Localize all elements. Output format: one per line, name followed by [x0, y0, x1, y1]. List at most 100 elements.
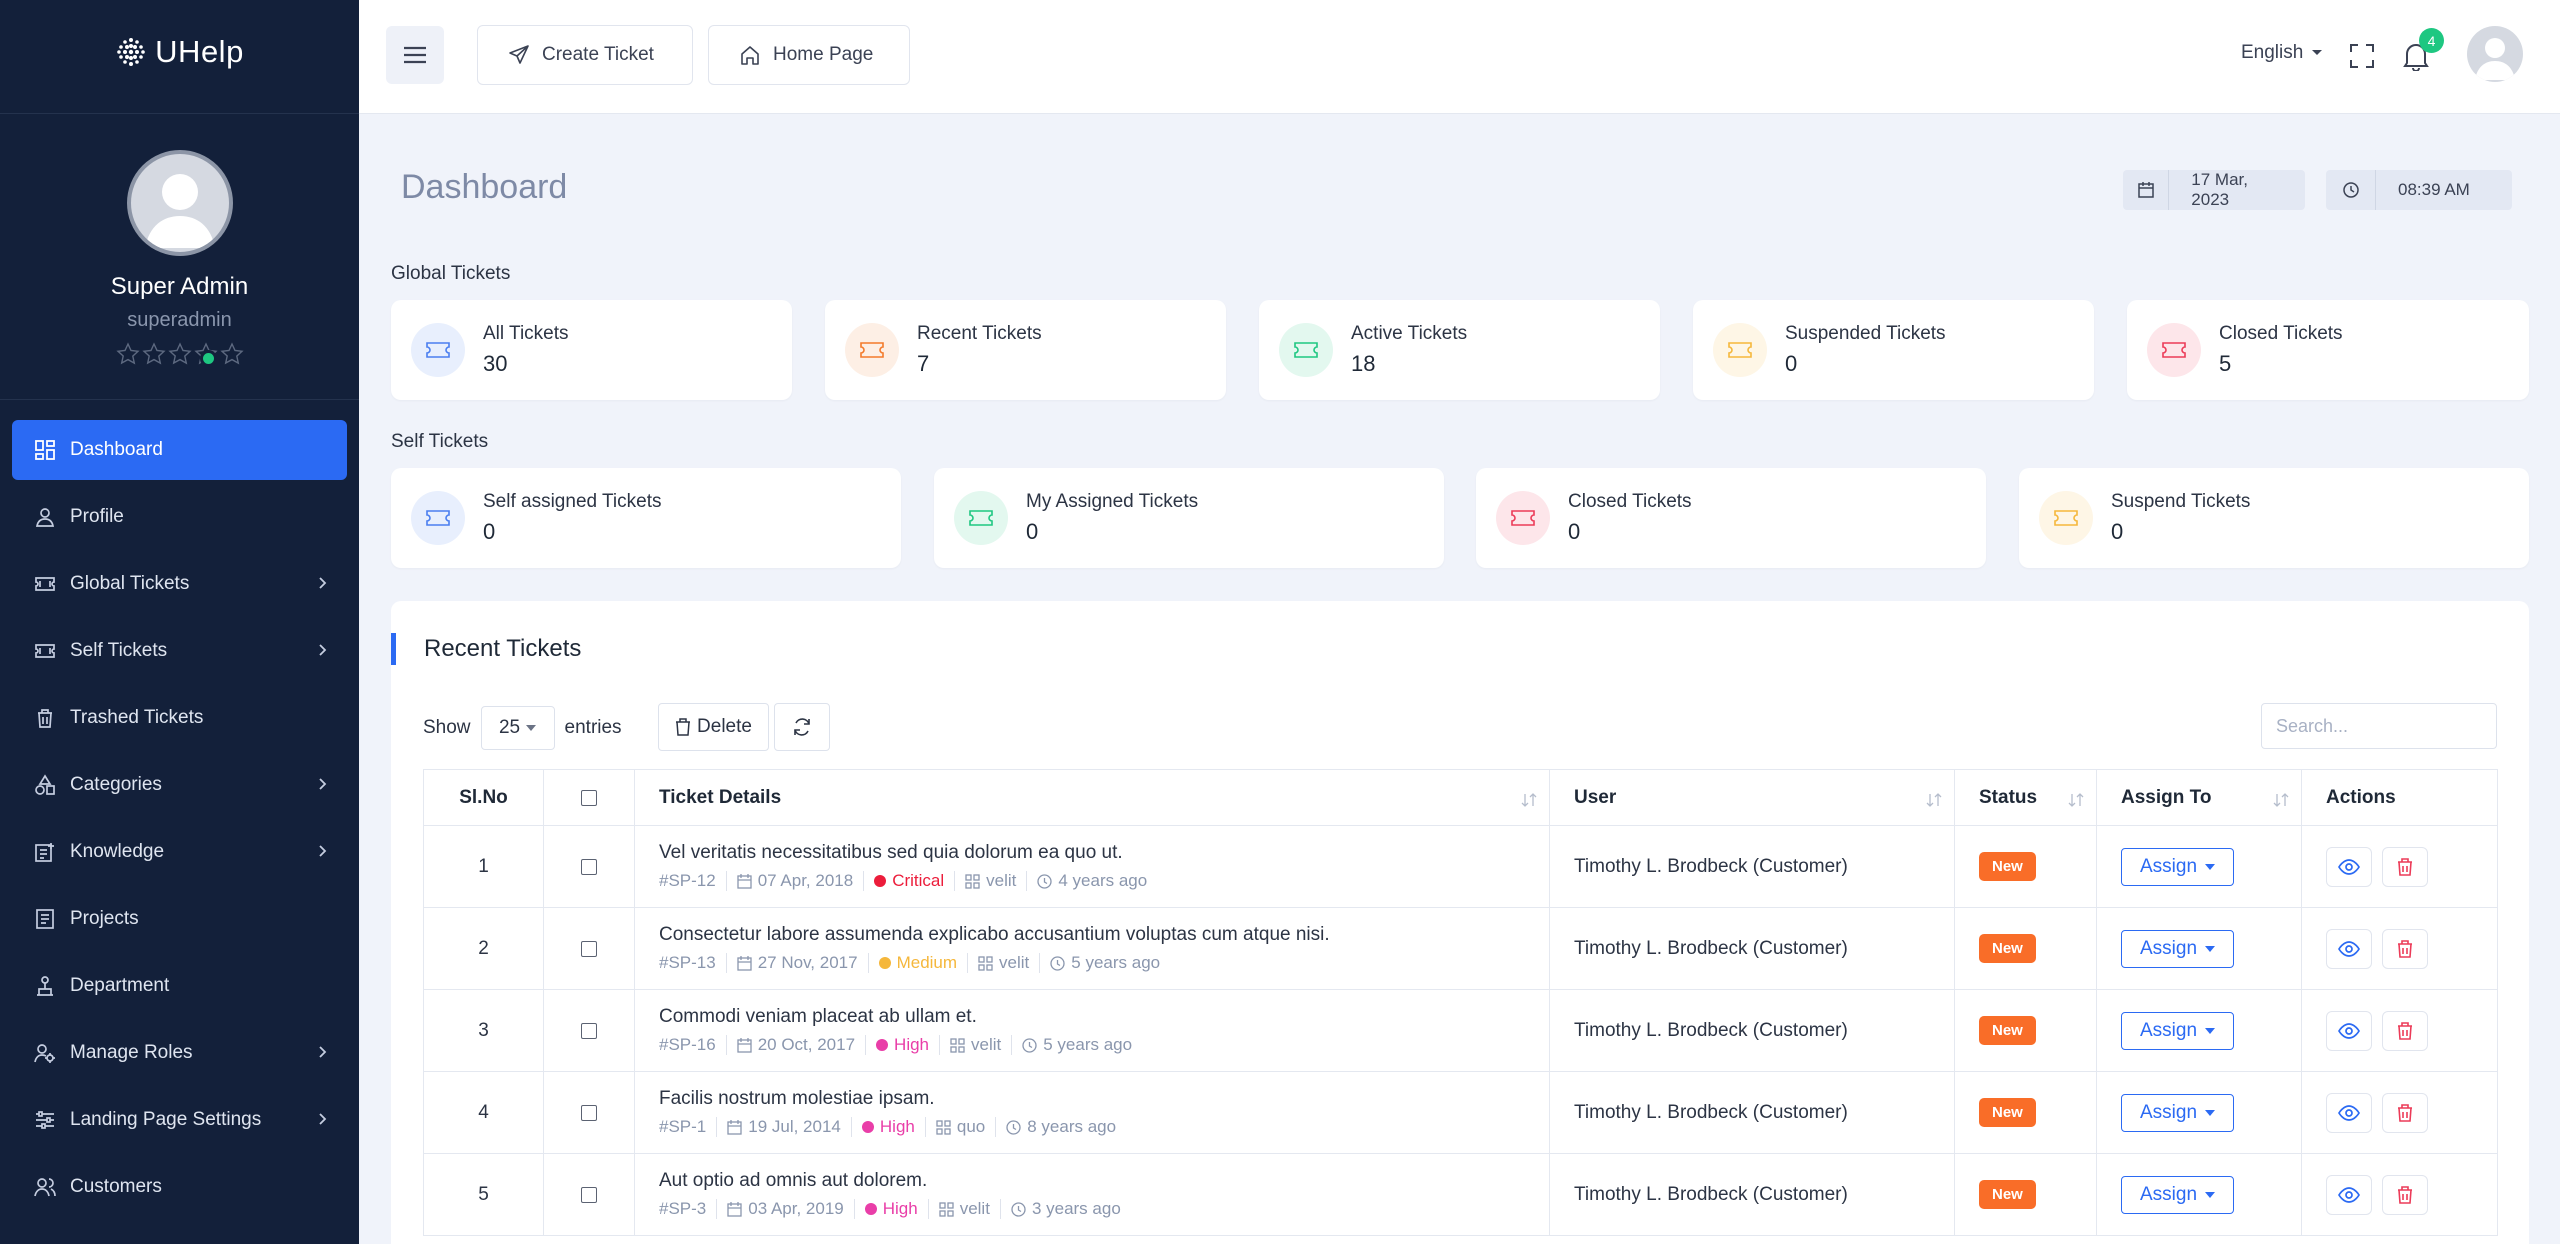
delete-row-button[interactable]	[2382, 1010, 2428, 1051]
sidebar-item-department[interactable]: Department	[12, 956, 347, 1016]
select-all-checkbox[interactable]	[581, 789, 597, 806]
assign-dropdown-button[interactable]: Assign	[2121, 1093, 2235, 1132]
calendar-icon	[727, 1201, 742, 1217]
card-self-assigned-tickets[interactable]: Self assigned Tickets 0	[391, 468, 901, 568]
ticket-user: Timothy L. Brodbeck (Customer)	[1549, 1071, 1955, 1154]
projects-icon	[36, 909, 54, 929]
avatar[interactable]	[126, 150, 233, 256]
ticket-details-cell: Consectetur labore assumenda explicabo a…	[634, 907, 1550, 990]
assign-dropdown-button[interactable]: Assign	[2121, 1011, 2235, 1050]
view-button[interactable]	[2326, 928, 2372, 969]
ticket-id: #SP-12	[659, 871, 716, 890]
search-input[interactable]	[2261, 703, 2497, 749]
sidebar-item-knowledge[interactable]: Knowledge	[12, 822, 347, 882]
recent-tickets-panel: Recent Tickets Show 25 entries Delete Sl…	[391, 601, 2529, 1244]
ticket-user: Timothy L. Brodbeck (Customer)	[1549, 989, 1955, 1072]
sidebar-item-label: Self Tickets	[70, 640, 168, 661]
ticket-icon	[2147, 323, 2201, 377]
sidebar-item-label: Knowledge	[70, 841, 165, 862]
language-select[interactable]: English	[2241, 42, 2323, 64]
card-self-closed-tickets[interactable]: Closed Tickets 0	[1476, 468, 1986, 568]
sidebar-item-trashed-tickets[interactable]: Trashed Tickets	[12, 688, 347, 748]
column-label: User	[1574, 786, 1617, 808]
profile-avatar[interactable]	[2467, 26, 2523, 82]
card-my-assigned-tickets[interactable]: My Assigned Tickets 0	[934, 468, 1444, 568]
view-button[interactable]	[2326, 1010, 2372, 1051]
sidebar-item-profile[interactable]: Profile	[12, 487, 347, 547]
row-checkbox[interactable]	[581, 1022, 597, 1039]
ticket-title-link[interactable]: Vel veritatis necessitatibus sed quia do…	[659, 842, 1525, 864]
sidebar-item-manage-roles[interactable]: Manage Roles	[12, 1023, 347, 1083]
assign-dropdown-button[interactable]: Assign	[2121, 929, 2235, 968]
clock-icon	[1037, 873, 1053, 889]
status-cell: New	[1954, 1071, 2097, 1154]
ticket-user: Timothy L. Brodbeck (Customer)	[1549, 907, 1955, 990]
sidebar-item-self-tickets[interactable]: Self Tickets	[12, 621, 347, 681]
column-assign-to[interactable]: Assign To	[2096, 769, 2302, 826]
view-button[interactable]	[2326, 846, 2372, 887]
caret-down-icon	[2312, 50, 2323, 55]
ticket-priority: High	[882, 1199, 918, 1218]
row-checkbox-cell	[543, 1153, 635, 1236]
refresh-button[interactable]	[774, 703, 830, 751]
card-suspend-tickets[interactable]: Suspend Tickets 0	[2019, 468, 2529, 568]
brand-logo[interactable]: UHelp	[115, 34, 244, 70]
card-label: Recent Tickets	[917, 323, 1042, 344]
menu-toggle-button[interactable]	[386, 26, 444, 84]
row-checkbox[interactable]	[581, 858, 597, 875]
ticket-details-cell: Commodi veniam placeat ab ullam et. #SP-…	[634, 989, 1550, 1072]
ticket-title-link[interactable]: Aut optio ad omnis aut dolorem.	[659, 1170, 1525, 1192]
page-size-select[interactable]: 25	[480, 706, 555, 750]
sidebar-item-label: Projects	[70, 908, 139, 929]
sidebar-item-label: Landing Page Settings	[70, 1109, 262, 1130]
card-recent-tickets[interactable]: Recent Tickets 7	[825, 300, 1226, 400]
delete-row-button[interactable]	[2382, 928, 2428, 969]
row-checkbox-cell	[543, 907, 635, 990]
row-checkbox[interactable]	[581, 1186, 597, 1203]
column-status[interactable]: Status	[1954, 769, 2097, 826]
sidebar-item-label: Profile	[70, 506, 124, 527]
user-avatar-icon	[144, 174, 215, 248]
ticket-title-link[interactable]: Consectetur labore assumenda explicabo a…	[659, 924, 1525, 946]
ticket-title-link[interactable]: Commodi veniam placeat ab ullam et.	[659, 1006, 1525, 1028]
sidebar-item-projects[interactable]: Projects	[12, 889, 347, 949]
delete-row-button[interactable]	[2382, 1092, 2428, 1133]
row-checkbox[interactable]	[581, 1104, 597, 1121]
sidebar-item-label: Global Tickets	[70, 573, 190, 594]
sidebar-item-landing-page-settings[interactable]: Landing Page Settings	[12, 1090, 347, 1150]
sidebar-item-global-tickets[interactable]: Global Tickets	[12, 554, 347, 614]
sidebar-item-categories[interactable]: Categories	[12, 755, 347, 815]
chevron-right-icon	[319, 845, 327, 857]
row-number: 1	[423, 825, 544, 908]
create-ticket-button[interactable]: Create Ticket	[477, 25, 693, 85]
sidebar-item-customers[interactable]: Customers	[12, 1157, 347, 1217]
view-button[interactable]	[2326, 1092, 2372, 1133]
card-active-tickets[interactable]: Active Tickets 18	[1259, 300, 1660, 400]
sidebar-item-label: Categories	[70, 774, 162, 795]
view-button[interactable]	[2326, 1174, 2372, 1215]
sidebar-item-dashboard[interactable]: Dashboard	[12, 420, 347, 480]
ticket-title-link[interactable]: Facilis nostrum molestiae ipsam.	[659, 1088, 1525, 1110]
card-all-tickets[interactable]: All Tickets 30	[391, 300, 792, 400]
home-page-button[interactable]: Home Page	[708, 25, 910, 85]
sidebar-item-label: Dashboard	[70, 439, 163, 460]
column-user[interactable]: User	[1549, 769, 1955, 826]
sort-icon	[2273, 793, 2289, 807]
card-label: Suspended Tickets	[1785, 323, 1946, 344]
assign-dropdown-button[interactable]: Assign	[2121, 847, 2235, 886]
card-suspended-tickets[interactable]: Suspended Tickets 0	[1693, 300, 2094, 400]
column-ticket-details[interactable]: Ticket Details	[634, 769, 1550, 826]
topbar: Create Ticket Home Page English 4	[359, 0, 2560, 114]
column-sl-no: Sl.No	[423, 769, 544, 826]
assign-dropdown-button[interactable]: Assign	[2121, 1175, 2235, 1214]
delete-row-button[interactable]	[2382, 1174, 2428, 1215]
card-closed-tickets[interactable]: Closed Tickets 5	[2127, 300, 2529, 400]
fullscreen-button[interactable]	[2349, 43, 2375, 69]
row-checkbox-cell	[543, 989, 635, 1072]
ticket-category: quo	[956, 1117, 986, 1136]
delete-button[interactable]: Delete	[658, 703, 769, 751]
column-label: Status	[1979, 786, 2038, 808]
table-row: 3 Commodi veniam placeat ab ullam et. #S…	[423, 989, 2498, 1072]
delete-row-button[interactable]	[2382, 846, 2428, 887]
row-checkbox[interactable]	[581, 940, 597, 957]
